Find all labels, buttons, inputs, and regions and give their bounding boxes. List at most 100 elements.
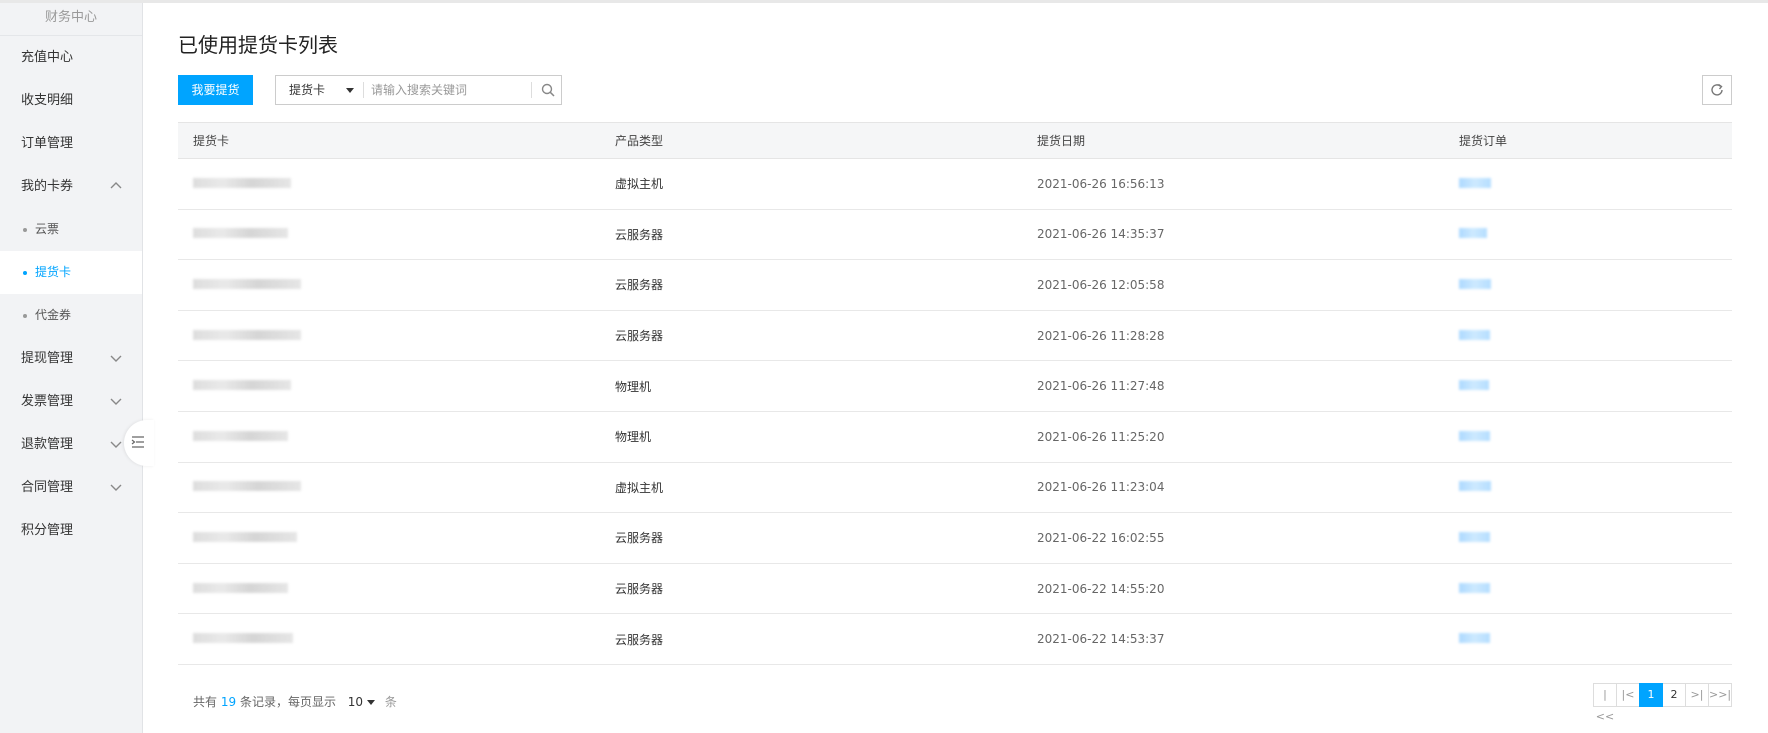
redacted-order-link[interactable] [1459, 278, 1491, 289]
sidebar-item-label: 积分管理 [21, 523, 74, 538]
chevron-down-icon [110, 484, 122, 491]
table-row: 云服务器 2021-06-26 11:28:28 [178, 310, 1732, 362]
card-number-cell [178, 360, 600, 412]
sidebar-item-withdraw[interactable]: 提现管理 [0, 337, 142, 380]
pickup-order-cell[interactable] [1444, 563, 1732, 615]
pagination-suffix: 条 [384, 695, 397, 709]
pickup-order-cell[interactable] [1444, 613, 1732, 665]
sidebar-subitem-label: 云票 [35, 222, 60, 236]
redacted-card-number [193, 177, 291, 188]
prev-page-button[interactable]: |< [1616, 683, 1640, 707]
pickup-card-table: 提货卡 产品类型 提货日期 提货订单 虚拟主机 2021-06-26 16:56… [178, 122, 1732, 665]
sidebar-item-refund[interactable]: 退款管理 [0, 423, 142, 466]
sidebar-item-invoice[interactable]: 发票管理 [0, 380, 142, 423]
sidebar-subitem-cloud-ticket[interactable]: 云票 [0, 208, 142, 251]
redacted-order-link[interactable] [1459, 633, 1490, 644]
card-number-cell [178, 512, 600, 564]
pickup-date-cell: 2021-06-22 14:53:37 [1022, 613, 1444, 665]
card-number-cell [178, 563, 600, 615]
sidebar-item-orders[interactable]: 订单管理 [0, 122, 142, 165]
last-page-button[interactable]: >>| [1708, 683, 1732, 707]
page-button-2[interactable]: 2 [1662, 683, 1686, 707]
request-pickup-button[interactable]: 我要提货 [178, 75, 253, 105]
pickup-date-cell: 2021-06-26 11:27:48 [1022, 360, 1444, 412]
chevron-up-icon [110, 182, 122, 189]
table-row: 云服务器 2021-06-26 14:35:37 [178, 209, 1732, 261]
next-page-button[interactable]: >| [1685, 683, 1709, 707]
sidebar-item-label: 退款管理 [21, 437, 74, 452]
column-header-product-type: 产品类型 [600, 122, 1022, 159]
product-type-cell: 云服务器 [600, 259, 1022, 311]
sidebar-item-label: 收支明细 [21, 93, 74, 108]
pickup-date-cell: 2021-06-26 16:56:13 [1022, 158, 1444, 210]
redacted-card-number [193, 633, 293, 644]
pickup-order-cell[interactable] [1444, 209, 1732, 261]
sidebar-item-my-cards[interactable]: 我的卡券 [0, 165, 142, 208]
redacted-order-link[interactable] [1459, 177, 1491, 188]
sidebar-subitem-voucher[interactable]: 代金券 [0, 294, 142, 337]
refresh-icon [1711, 83, 1723, 96]
page-button-1[interactable]: 1 [1639, 683, 1663, 707]
product-type-cell: 虚拟主机 [600, 462, 1022, 514]
sidebar-item-recharge[interactable]: 充值中心 [0, 36, 142, 79]
redacted-order-link[interactable] [1459, 531, 1490, 542]
main-content: 已使用提货卡列表 我要提货 提货卡 提货卡 产品类型 提货日期 提货订单 [178, 3, 1732, 733]
pickup-order-cell[interactable] [1444, 462, 1732, 514]
pagination-prefix: 共有 [193, 695, 218, 709]
page-size-select[interactable]: 10 [347, 695, 376, 709]
pickup-order-cell[interactable] [1444, 411, 1732, 463]
bullet-dot [23, 228, 27, 232]
pickup-order-cell[interactable] [1444, 360, 1732, 412]
product-type-cell: 物理机 [600, 360, 1022, 412]
pickup-date-cell: 2021-06-26 11:25:20 [1022, 411, 1444, 463]
product-type-cell: 云服务器 [600, 563, 1022, 615]
card-number-cell [178, 310, 600, 362]
sidebar-item-transactions[interactable]: 收支明细 [0, 79, 142, 122]
bullet-dot [23, 271, 27, 275]
table-row: 虚拟主机 2021-06-26 11:23:04 [178, 462, 1732, 514]
sidebar: 财务中心 充值中心 收支明细 订单管理 我的卡券 云票 提货卡 代金券 提现管理… [0, 3, 143, 733]
first-page-button[interactable]: |<< [1593, 683, 1617, 723]
refresh-button[interactable] [1702, 75, 1732, 105]
pickup-order-cell[interactable] [1444, 310, 1732, 362]
pagination-controls: |<< |< 1 2 >| >>| [1593, 683, 1732, 723]
pickup-date-cell: 2021-06-26 14:35:37 [1022, 209, 1444, 261]
product-type-cell: 云服务器 [600, 209, 1022, 261]
menu-collapse-icon [131, 436, 144, 448]
redacted-order-link[interactable] [1459, 380, 1489, 391]
page-size-value: 10 [347, 695, 364, 709]
sidebar-item-label: 合同管理 [21, 480, 74, 495]
search-input[interactable] [371, 79, 526, 101]
redacted-order-link[interactable] [1459, 329, 1490, 340]
product-type-cell: 云服务器 [600, 613, 1022, 665]
table-row: 虚拟主机 2021-06-26 16:56:13 [178, 158, 1732, 210]
pickup-order-cell[interactable] [1444, 158, 1732, 210]
divider [363, 82, 364, 98]
redacted-order-link[interactable] [1459, 582, 1490, 593]
search-bar: 提货卡 [275, 75, 562, 105]
sidebar-item-label: 订单管理 [21, 136, 74, 151]
table-header-row: 提货卡 产品类型 提货日期 提货订单 [178, 122, 1732, 159]
pickup-order-cell[interactable] [1444, 259, 1732, 311]
pickup-order-cell[interactable] [1444, 512, 1732, 564]
sidebar-item-points[interactable]: 积分管理 [0, 509, 142, 552]
redacted-order-link[interactable] [1459, 481, 1491, 492]
card-number-cell [178, 158, 600, 210]
search-type-value: 提货卡 [289, 83, 326, 97]
sidebar-subitem-pickup-card[interactable]: 提货卡 [0, 251, 142, 294]
product-type-cell: 云服务器 [600, 310, 1022, 362]
page-title: 已使用提货卡列表 [178, 33, 338, 57]
table-row: 云服务器 2021-06-22 16:02:55 [178, 512, 1732, 564]
redacted-order-link[interactable] [1459, 228, 1487, 239]
redacted-card-number [193, 430, 288, 441]
table-row: 云服务器 2021-06-22 14:55:20 [178, 563, 1732, 615]
redacted-order-link[interactable] [1459, 430, 1490, 441]
sidebar-item-contract[interactable]: 合同管理 [0, 466, 142, 509]
redacted-card-number [193, 278, 301, 289]
sidebar-item-label: 提现管理 [21, 351, 74, 366]
pickup-date-cell: 2021-06-26 11:23:04 [1022, 462, 1444, 514]
column-header-pickup-order: 提货订单 [1444, 122, 1732, 159]
redacted-card-number [193, 380, 291, 391]
search-button[interactable] [534, 76, 562, 104]
redacted-card-number [193, 481, 301, 492]
